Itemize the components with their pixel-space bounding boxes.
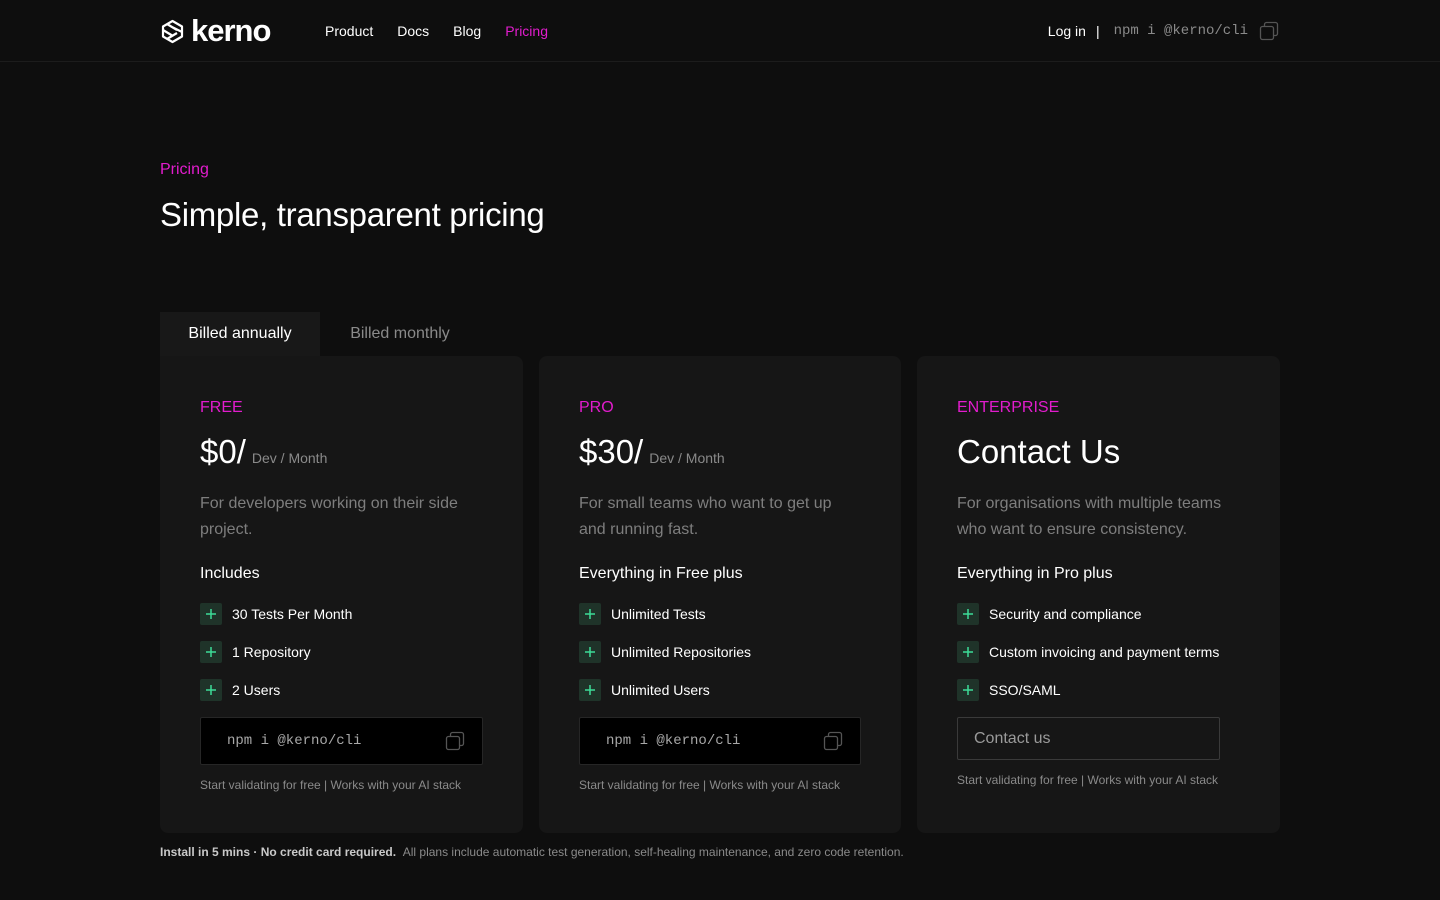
feature-label: Security and compliance [989,606,1142,622]
header-npm-command: npm i @kerno/cli [1113,23,1248,39]
npm-command: npm i @kerno/cli [606,733,741,749]
plan-description: For small teams who want to get up and r… [579,495,832,538]
price-row: $0/ Dev / Month [200,433,483,471]
plan-price: $30/ [579,433,644,470]
plan-name: PRO [579,399,614,416]
feature-item: Security and compliance [957,603,1240,625]
copy-icon[interactable] [822,730,844,752]
card-note: Start validating for free | Works with y… [200,778,461,792]
plus-icon [200,679,222,701]
page-title: Simple, transparent pricing [160,196,545,233]
npm-command-box[interactable]: npm i @kerno/cli [579,717,861,765]
feature-list: 30 Tests Per Month 1 Repository 2 Users [200,603,483,701]
feature-label: Unlimited Repositories [611,644,752,660]
header-separator: | [1095,23,1100,39]
feature-label: Custom invoicing and payment terms [989,644,1220,660]
price-row: $30/ Dev / Month [579,433,861,471]
plan-description: For organisations with multiple teams wh… [957,495,1222,538]
feature-list: Unlimited Tests Unlimited Repositories U… [579,603,861,701]
includes-heading: Includes [200,565,260,582]
feature-label: Unlimited Tests [611,606,706,622]
kerno-logo-icon [161,19,184,43]
plus-icon [200,641,222,663]
login-link[interactable]: Log in [1048,23,1086,39]
price-unit: Dev / Month [649,450,725,466]
contact-us-button[interactable]: Contact us [957,717,1220,760]
feature-label: SSO/SAML [989,682,1061,698]
brand-logo[interactable]: kerno [160,13,271,48]
tab-billed-monthly[interactable]: Billed monthly [320,312,480,356]
brand-name: kerno [191,13,271,48]
feature-label: 30 Tests Per Month [232,606,353,622]
copy-icon[interactable] [1258,20,1280,42]
feature-item: 1 Repository [200,641,483,663]
feature-item: Unlimited Tests [579,603,861,625]
feature-item: 30 Tests Per Month [200,603,483,625]
plan-card-free: FREE $0/ Dev / Month For developers work… [160,356,523,833]
plan-price: $0/ [200,433,246,470]
plus-icon [957,641,979,663]
main-nav: Product Docs Blog Pricing [325,21,548,41]
pricing-footnote: Install in 5 mins · No credit card requi… [160,845,904,859]
includes-heading: Everything in Free plus [579,565,743,582]
feature-item: Custom invoicing and payment terms [957,641,1240,663]
feature-label: 1 Repository [232,644,311,660]
price-unit: Dev / Month [251,450,328,466]
nav-link-docs[interactable]: Docs [397,21,429,41]
includes-heading: Everything in Pro plus [957,565,1113,582]
npm-command: npm i @kerno/cli [227,733,362,749]
plan-name: ENTERPRISE [957,399,1060,416]
nav-link-product[interactable]: Product [325,21,373,41]
plus-icon [957,603,979,625]
section-eyebrow: Pricing [160,161,209,178]
plus-icon [957,679,979,701]
plan-card-enterprise: ENTERPRISE Contact Us For organisations … [917,356,1280,833]
tab-billed-annually[interactable]: Billed annually [160,312,320,356]
npm-command-box[interactable]: npm i @kerno/cli [200,717,483,765]
copy-icon[interactable] [444,730,466,752]
plan-card-pro: PRO $30/ Dev / Month For small teams who… [539,356,901,833]
plus-icon [579,641,601,663]
feature-label: Unlimited Users [611,682,710,698]
plan-price: Contact Us [957,433,1121,470]
feature-item: SSO/SAML [957,679,1240,701]
footnote-text: All plans include automatic test generat… [402,845,904,859]
plan-description: For developers working on their side pro… [200,495,458,538]
feature-list: Security and compliance Custom invoicing… [957,603,1240,701]
footnote-highlight: Install in 5 mins · No credit card requi… [160,845,397,859]
feature-item: Unlimited Users [579,679,861,701]
feature-item: Unlimited Repositories [579,641,861,663]
plus-icon [200,603,222,625]
nav-link-blog[interactable]: Blog [453,21,481,41]
plus-icon [579,603,601,625]
feature-label: 2 Users [232,682,281,698]
feature-item: 2 Users [200,679,483,701]
card-note: Start validating for free | Works with y… [579,778,840,792]
card-note: Start validating for free | Works with y… [957,773,1218,787]
top-navbar: kerno Product Docs Blog Pricing Log in |… [0,0,1440,62]
nav-link-pricing[interactable]: Pricing [505,21,548,41]
plus-icon [579,679,601,701]
plan-name: FREE [200,399,243,416]
header-actions: Log in | npm i @kerno/cli [1048,20,1280,42]
